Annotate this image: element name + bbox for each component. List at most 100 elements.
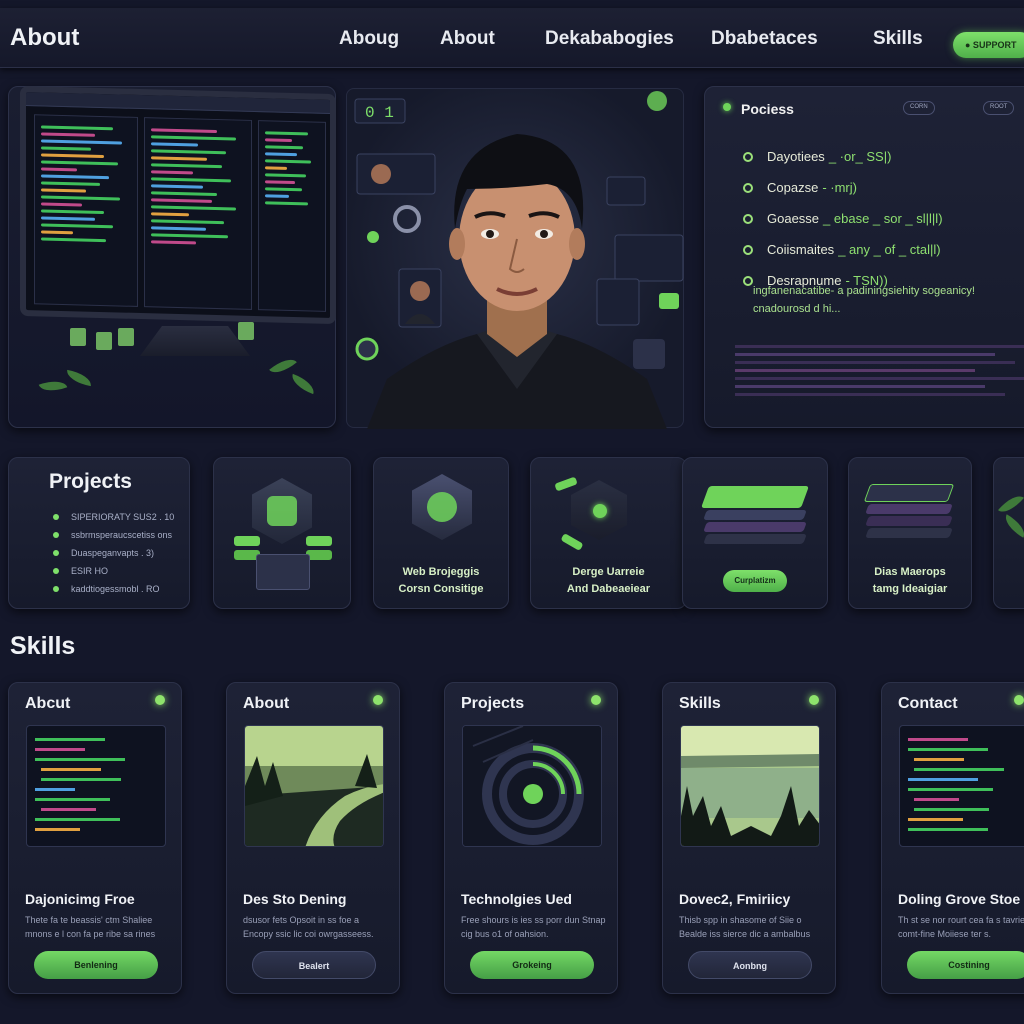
skill-card-description: Free shours is ies ss porr dun Stnap cig… xyxy=(461,915,606,939)
editor-toolbar xyxy=(26,92,330,114)
code-thumbnail-graphic xyxy=(35,738,125,831)
skill-card-description: Thisb spp in shasome of Siie o Bealde is… xyxy=(679,915,811,939)
list-item-label: ssbrmsperaucscetiss ons xyxy=(71,530,173,540)
hex-badge-inner xyxy=(267,496,297,526)
process-item-code: _ ebase _ sor _ sl|l|l) xyxy=(823,211,943,226)
bullet-icon xyxy=(53,514,59,520)
project-card[interactable]: Dias Maerops tamg Ideaigiar xyxy=(848,457,972,609)
coin-stack-icon xyxy=(306,536,332,546)
cta-button[interactable]: ● SUPPORT xyxy=(953,32,1024,58)
list-item: SIPERIORATY SUS2 . 10 xyxy=(53,508,174,526)
book-stack-icon xyxy=(703,510,807,520)
skill-card[interactable]: Abcut Dajonicimg Froe Thete fa te beassi… xyxy=(8,682,182,994)
project-card[interactable] xyxy=(993,457,1024,609)
nav-link-dekababogies[interactable]: Dekababogies xyxy=(545,28,674,50)
river-landscape-graphic xyxy=(245,726,383,846)
bullet-icon xyxy=(743,244,753,255)
skill-card-description: Thete fa te beassis' ctm Shaliee mnons e… xyxy=(25,915,156,939)
book-stack-icon xyxy=(700,486,810,508)
book-icon xyxy=(256,554,310,590)
skill-card-button[interactable]: Bealert xyxy=(252,951,376,979)
process-item-label: Coiismaites xyxy=(767,242,835,257)
nav-link-aboug[interactable]: Aboug xyxy=(339,28,399,50)
skill-card-button[interactable]: Costining xyxy=(907,951,1024,979)
skill-card-button[interactable]: Benlening xyxy=(34,951,158,979)
book-stack-icon xyxy=(703,522,807,532)
list-item: Duaspeganvapts . 3) xyxy=(53,544,174,562)
nav-link-dbabetaces[interactable]: Dbabetaces xyxy=(711,28,818,50)
book-stack-icon xyxy=(865,516,953,526)
list-item-label: kaddtiogessmobl . RO xyxy=(71,584,160,594)
leaf-icon xyxy=(1000,514,1024,538)
skill-card-header: Contact xyxy=(898,695,958,712)
skill-card-description: Th st se nor rourt cea fa s tavries comt… xyxy=(898,915,1024,939)
process-pill-root[interactable]: ROOT xyxy=(983,101,1015,115)
process-subtext: ingfanenacatibe- a padiningsiehity sogea… xyxy=(753,285,975,315)
skill-card-button[interactable]: Grokeing xyxy=(470,951,594,979)
book-stack-icon xyxy=(863,484,955,502)
svg-text:0 1: 0 1 xyxy=(365,104,394,122)
process-item: Copazse - ·mrj) xyxy=(743,172,943,203)
project-card-caption: Dias Maerops tamg Ideaigiar xyxy=(849,564,971,598)
bullet-icon xyxy=(53,586,59,592)
project-card[interactable] xyxy=(213,457,351,609)
skill-card-header: Skills xyxy=(679,695,721,712)
status-led xyxy=(155,695,165,705)
process-pill-corn[interactable]: CORN xyxy=(903,101,935,115)
skill-card-button[interactable]: Aonbng xyxy=(688,951,812,979)
lake-thumbnail xyxy=(680,725,820,847)
shard-icon xyxy=(560,533,584,551)
code-editor-screen xyxy=(20,85,336,325)
caption-line: Corsn Consitige xyxy=(398,583,484,595)
caption-line: Derge Uarreie xyxy=(572,566,645,578)
code-thumbnail-graphic xyxy=(908,738,1004,831)
radar-thumbnail xyxy=(462,725,602,847)
skill-card-title: Dovec2, Fmiriicy xyxy=(679,891,791,907)
sticky-note xyxy=(238,322,254,340)
code-pane-right xyxy=(258,120,326,312)
project-card[interactable]: Web Brojeggis Corsn Consitige xyxy=(373,457,509,609)
portrait-panel: 0 1 xyxy=(346,88,684,429)
list-item-label: SIPERIORATY SUS2 . 10 xyxy=(71,512,175,522)
skills-section-title: Skills xyxy=(10,632,76,660)
bullet-icon xyxy=(743,213,753,224)
radar-graphic xyxy=(463,726,601,846)
skill-card-title: Des Sto Dening xyxy=(243,891,347,907)
status-led xyxy=(723,103,731,111)
caption-line: Web Brojeggis xyxy=(402,566,480,578)
list-item-label: Duaspeganvapts . 3) xyxy=(71,548,155,558)
chip-core xyxy=(593,504,607,518)
process-item-code: _ any _ of _ ctal|l) xyxy=(838,242,941,257)
brand-title[interactable]: About xyxy=(10,24,79,52)
bullet-icon xyxy=(53,532,59,538)
skill-card[interactable]: About Des Sto Dening dsusor fets Opsoit … xyxy=(226,682,400,994)
lake-landscape-graphic xyxy=(681,726,819,846)
skill-card-header: About xyxy=(243,695,290,712)
status-led xyxy=(809,695,819,705)
process-item: Goaesse _ ebase _ sor _ sl|l|l) xyxy=(743,203,943,234)
project-card[interactable]: Derge Uarreie And Dabeaeiear xyxy=(530,457,687,609)
project-card[interactable]: Curplatizm xyxy=(682,457,828,609)
skill-card[interactable]: Contact Doling Grove Stoe Th st se nor r… xyxy=(881,682,1024,994)
nav-link-about[interactable]: About xyxy=(440,28,495,50)
skill-card-header: Abcut xyxy=(25,695,71,712)
projects-title: Projects xyxy=(49,470,132,493)
caption-line: Dias Maerops xyxy=(874,566,946,578)
skill-card-header: Projects xyxy=(461,695,525,712)
status-led xyxy=(373,695,383,705)
complete-button[interactable]: Curplatizm xyxy=(723,570,787,592)
book-stack-icon xyxy=(865,504,953,514)
skill-card[interactable]: Projects Technolgies Ued Free shours is … xyxy=(444,682,618,994)
projects-panel: Projects SIPERIORATY SUS2 . 10 ssbrmsper… xyxy=(8,457,190,609)
status-led xyxy=(591,695,601,705)
skill-card[interactable]: Skills Dovec2, Fmiriicy Thisb spp in sha… xyxy=(662,682,836,994)
code-thumbnail xyxy=(26,725,166,847)
caption-line: And Dabeaeiear xyxy=(566,583,651,595)
skill-card-title: Dajonicimg Froe xyxy=(25,891,135,907)
bullet-icon xyxy=(743,151,753,162)
coin-stack-icon xyxy=(234,536,260,546)
caption-line: tamg Ideaigiar xyxy=(872,583,948,595)
nav-link-skills[interactable]: Skills xyxy=(873,28,923,50)
sticky-note xyxy=(118,328,134,346)
book-stack-icon xyxy=(865,528,953,538)
